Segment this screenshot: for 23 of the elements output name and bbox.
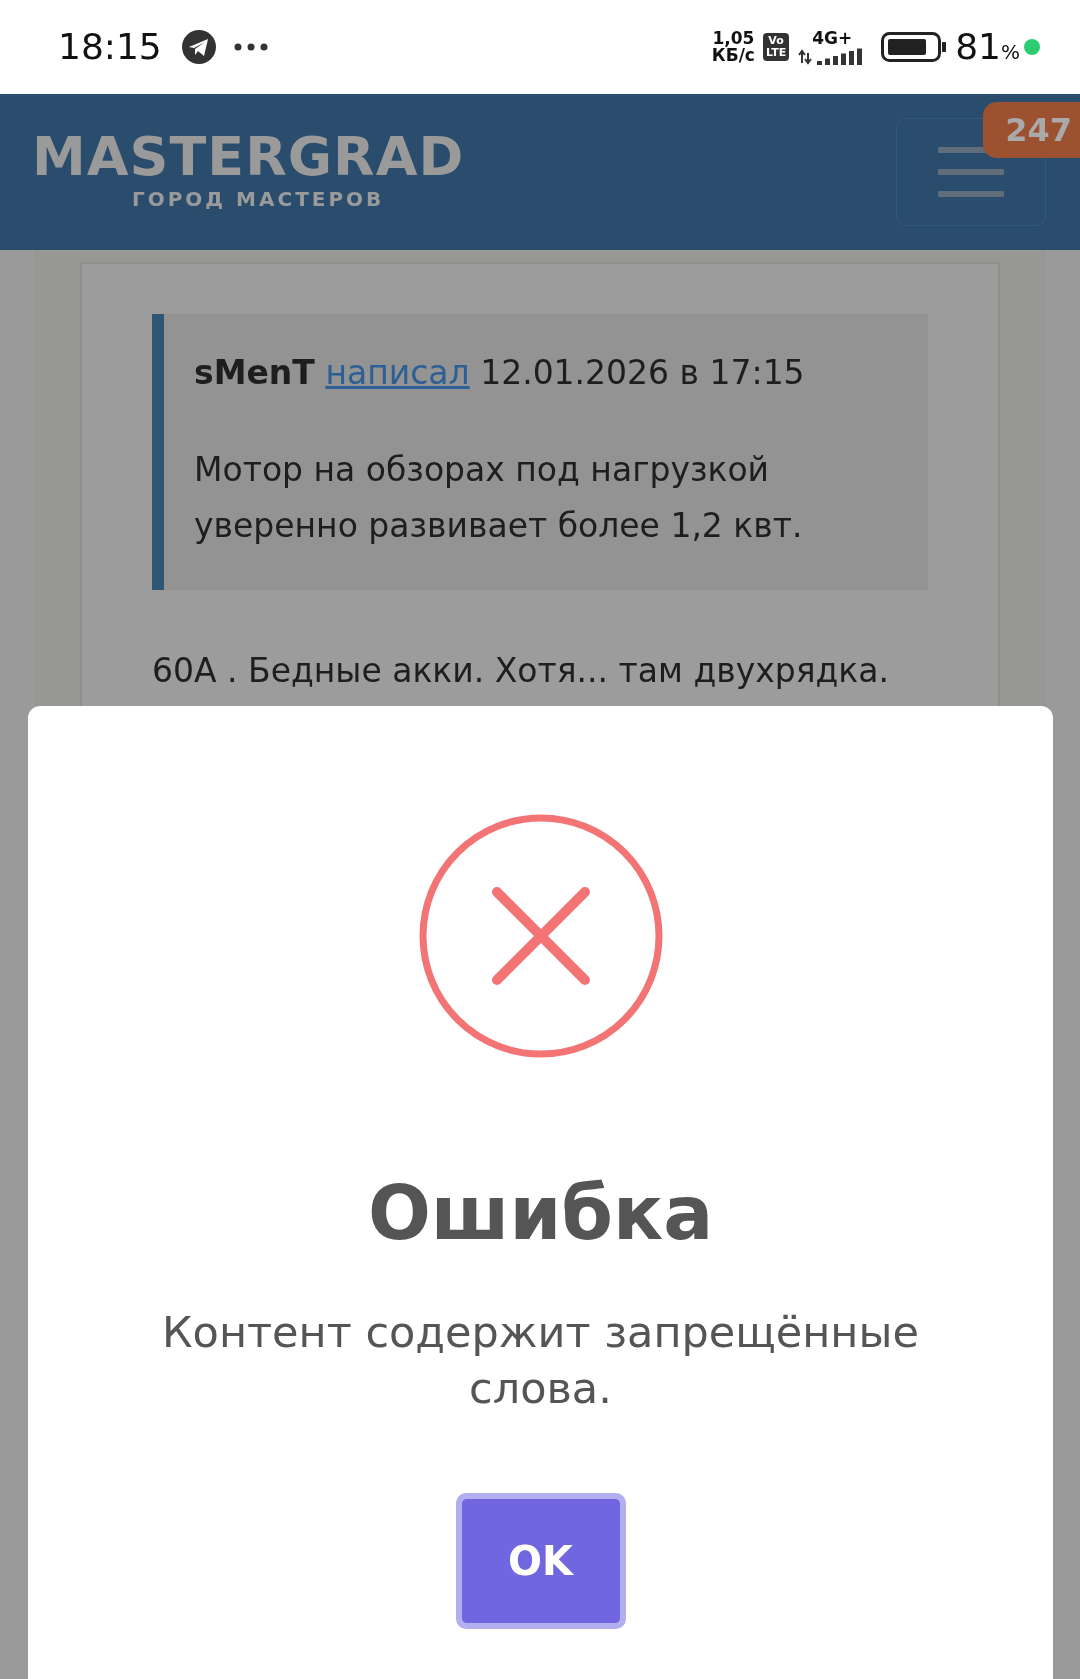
network-speed-label: 1,05 — [711, 30, 755, 47]
dialog-title: Ошибка — [366, 1169, 715, 1258]
site-tagline: ГОРОД МАСТЕРОВ — [130, 186, 386, 213]
post-text: 60А . Бедные акки. Хотя... там двухрядка. — [152, 649, 890, 692]
battery-percent: 81 — [955, 25, 1001, 69]
quote-text: Мотор на обзорах под нагрузкой уверенно развивает более 1,2 квт. — [194, 448, 804, 547]
volte-icon: Vo LTE — [762, 33, 790, 61]
dialog-message: Контент содержит запрещённые слова. — [161, 1306, 920, 1415]
more-dots-icon — [233, 43, 268, 51]
battery-icon — [881, 32, 948, 62]
site-logo[interactable]: MASTERGRAD — [32, 130, 465, 184]
charging-dot — [1024, 39, 1040, 55]
error-icon — [418, 814, 663, 1058]
quote-link[interactable]: написал — [325, 353, 470, 392]
notification-count: 247 — [983, 102, 1080, 158]
percent-sign: % — [1001, 39, 1020, 66]
clock-time: 18:15 — [58, 25, 162, 69]
network-type-label: 4G+ — [811, 29, 854, 47]
paper-plane-icon — [181, 30, 216, 64]
menu-icon — [938, 146, 1004, 198]
network-speed-label: КБ/с — [711, 47, 755, 64]
ok-button[interactable]: OK — [455, 1492, 626, 1629]
quote-header: sMenT написал 12.01.2026 в 17:15 — [194, 352, 806, 394]
